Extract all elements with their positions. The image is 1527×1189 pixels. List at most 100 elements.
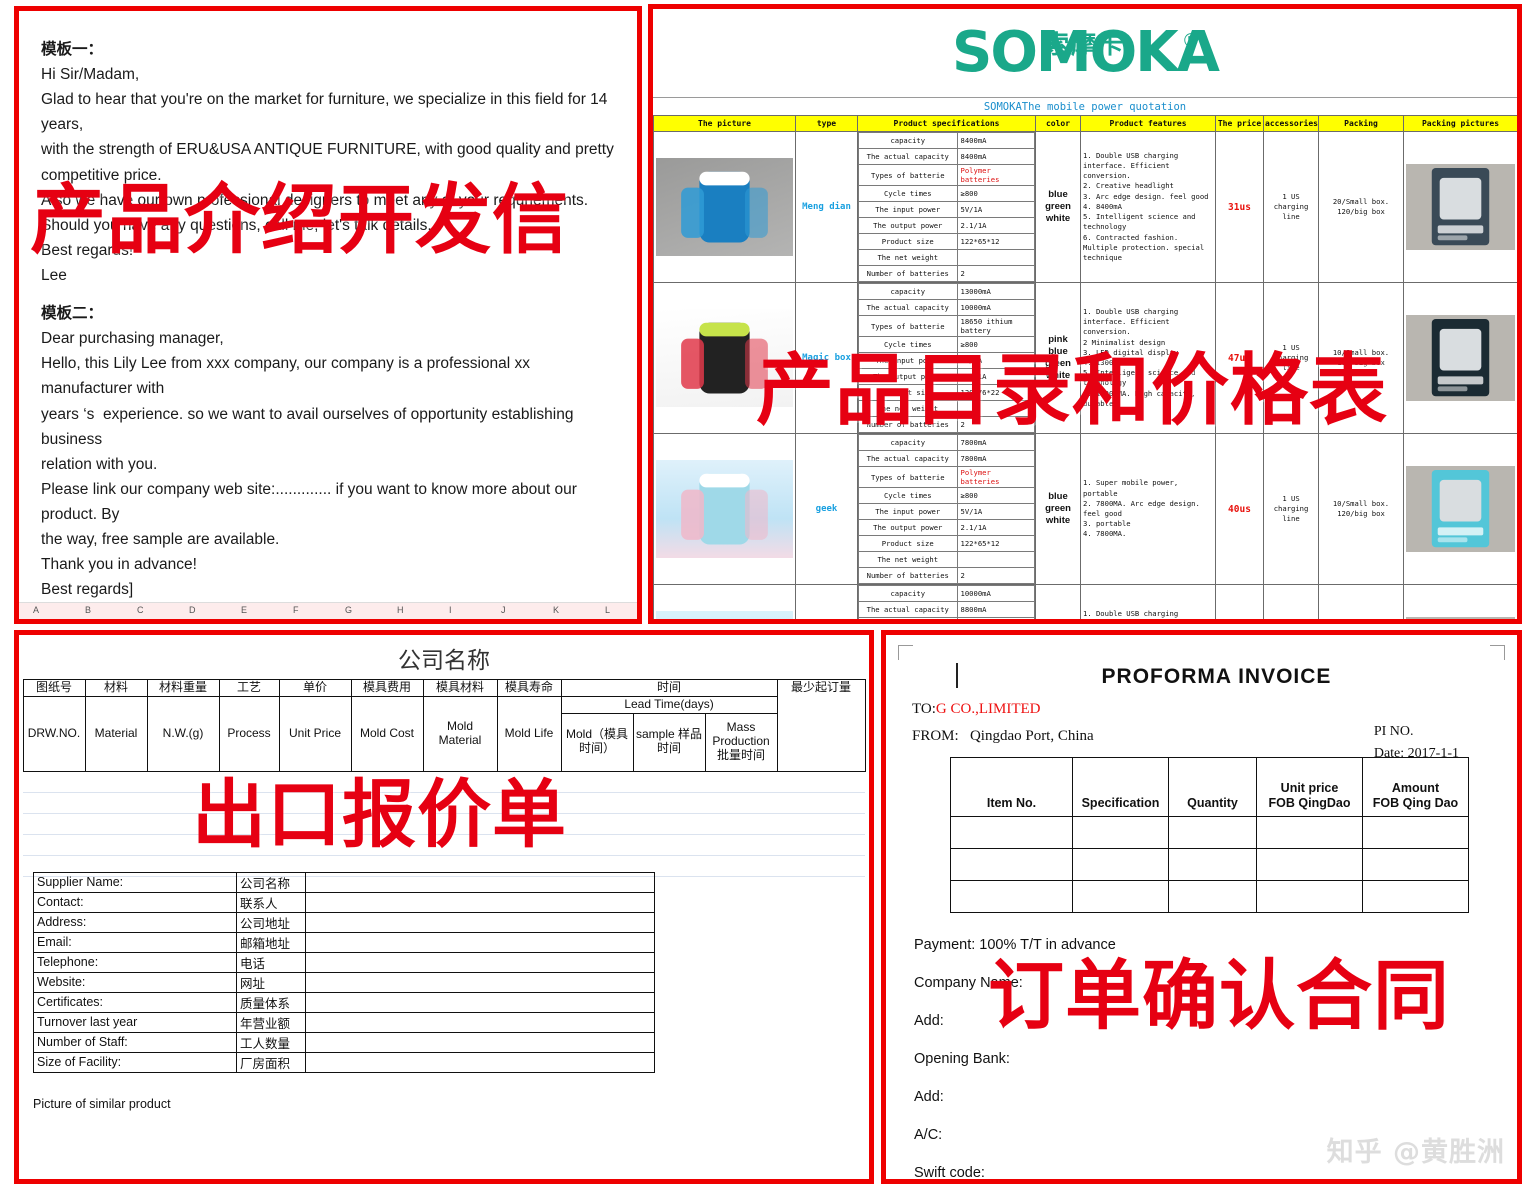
product-accessories: 1 US charging line (1263, 433, 1319, 585)
th-picture: The picture (653, 115, 796, 132)
invoice-date: Date: 2017-1-1 (1373, 745, 1459, 761)
quotation-blank-grid (23, 772, 865, 877)
invoice-cell[interactable] (950, 880, 1073, 913)
spec-value: 8400mA (956, 132, 1036, 149)
t2-line-0: Dear purchasing manager, (41, 330, 224, 348)
invoice-cell[interactable] (1362, 816, 1469, 849)
supplier-field-label-cn: 网址 (236, 971, 306, 993)
hdr-en-mold-time: Mold（模具时间） (560, 712, 634, 772)
spec-key: The output power (858, 519, 958, 536)
invoice-cell[interactable] (1072, 848, 1169, 881)
column-letter: J (501, 605, 506, 615)
spec-value: 120*76*22 (956, 384, 1036, 401)
t1-line-3: competitive price. (41, 166, 162, 184)
spec-key: Cycle times (858, 336, 958, 353)
invoice-item-row[interactable] (950, 880, 1469, 913)
invoice-cell[interactable] (1256, 848, 1363, 881)
invoice-item-row[interactable] (950, 848, 1469, 881)
panel-proforma-invoice: PROFORMA INVOICE TO:G CO.,LIMITED FROM: … (881, 630, 1522, 1184)
supplier-field-label-cn: 公司名称 (236, 871, 306, 893)
invoice-cell[interactable] (1072, 880, 1169, 913)
spec-key: The actual capacity (858, 450, 958, 467)
column-letter: G (345, 605, 353, 615)
page-corner-mark-tl (898, 645, 913, 660)
invoice-cell[interactable] (950, 848, 1073, 881)
supplier-field-label-cn: 工人数量 (236, 1031, 306, 1053)
invoice-cell[interactable] (1168, 816, 1257, 849)
hdr-cn-7: 模具寿命 (496, 679, 562, 697)
template2-label: 模板二： (41, 305, 104, 323)
invoice-header-row: Item No. Specification Quantity Unit price F… (950, 757, 1469, 817)
invoice-col-header: Item No. (950, 757, 1073, 817)
product-accessories: 1 US charging line (1263, 282, 1319, 434)
supplier-field-value[interactable] (305, 1011, 655, 1033)
t1-line-0: Hi Sir/Madam, (41, 66, 140, 84)
supplier-info-row: Turnover last year 年营业额 (33, 1011, 655, 1033)
supplier-field-value[interactable] (305, 1051, 655, 1073)
invoice-cell[interactable] (1362, 848, 1469, 881)
quotation-leadtime-row: DRW.NO. Material N.W.(g) Process Unit Pr… (22, 695, 865, 772)
invoice-cell[interactable] (1256, 816, 1363, 849)
hdr-en-2: N.W.(g) (146, 695, 220, 772)
spec-row: The output power 2.1/1A (858, 519, 1036, 536)
supplier-field-value[interactable] (305, 931, 655, 953)
term-opening-bank: Opening Bank: (914, 1050, 1010, 1067)
supplier-info-row: Number of Staff: 工人数量 (33, 1031, 655, 1053)
hdr-cn-4: 单价 (278, 679, 352, 697)
product-specifications-cell: capacity 10000mA The actual capacity 880… (857, 584, 1036, 619)
title-bar-decoration (956, 663, 958, 688)
spec-row: The actual capacity 7800mA (858, 450, 1036, 467)
product-features: 1. Double USB charging interface. Effici… (1080, 584, 1216, 619)
product-type: geek (795, 433, 858, 585)
hdr-en-1: Material (84, 695, 148, 772)
from-label: FROM: (912, 728, 959, 744)
spec-key: Product size (858, 384, 958, 401)
t2-line-6: Thank you in advance! (41, 556, 197, 574)
supplier-info-row: Address: 公司地址 (33, 911, 655, 933)
invoice-cell[interactable] (950, 816, 1073, 849)
letter-body: 模板一： Hi Sir/Madam, Glad to hear that you… (19, 11, 637, 619)
spec-value: ≥800 (956, 185, 1036, 202)
invoice-cell[interactable] (1256, 880, 1363, 913)
hdr-cn-2: 材料重量 (146, 679, 220, 697)
hdr-en-7: Mold Life (496, 695, 562, 772)
product-type: Meng dian (795, 131, 858, 283)
somoka-logo: SOMOKA 索摩卡 ® (653, 9, 1517, 97)
spec-row: Number of batteries 2 (858, 416, 1036, 433)
supplier-field-value[interactable] (305, 871, 655, 893)
invoice-cell[interactable] (1168, 880, 1257, 913)
supplier-field-value[interactable] (305, 1031, 655, 1053)
catalog-header-row: The picture type Product specifications … (653, 115, 1517, 132)
spec-table: capacity 13000mA The actual capacity 100… (858, 283, 1036, 433)
supplier-field-value[interactable] (305, 891, 655, 913)
packing-photo (1403, 433, 1517, 585)
invoice-cell[interactable] (1168, 848, 1257, 881)
term-company-name: Company Name: (914, 974, 1023, 991)
column-letter: I (449, 605, 452, 615)
supplier-field-label-cn: 邮箱地址 (236, 931, 306, 953)
invoice-cell[interactable] (1072, 816, 1169, 849)
supplier-field-value[interactable] (305, 971, 655, 993)
supplier-field-value[interactable] (305, 911, 655, 933)
supplier-info-row: Email: 邮箱地址 (33, 931, 655, 953)
supplier-field-value[interactable] (305, 951, 655, 973)
spec-value: 10000mA (956, 585, 1036, 602)
spec-key: capacity (858, 283, 958, 300)
invoice-item-row[interactable] (950, 816, 1469, 849)
spec-row: Types of batterie 18650 ithium battery (858, 315, 1036, 337)
t1-line-6: Best regards! (41, 241, 134, 259)
supplier-field-label-en: Contact: (33, 891, 237, 913)
column-letter: H (397, 605, 404, 615)
spec-key: The input power (858, 503, 958, 520)
supplier-field-value[interactable] (305, 991, 655, 1013)
t1-line-2: with the strength of ERU&USA ANTIQUE FUR… (41, 141, 614, 159)
hdr-cn-0: 图纸号 (22, 679, 86, 697)
spec-value: 7800mA (956, 434, 1036, 451)
spec-key: Number of batteries (858, 265, 958, 282)
column-letter: D (189, 605, 196, 615)
spec-row: capacity 8400mA (858, 132, 1036, 149)
product-photo (653, 282, 796, 434)
zhihu-watermark: 知乎 @黄胜洲 (1326, 1137, 1505, 1168)
spec-value: Polymer batteries (956, 164, 1036, 186)
invoice-cell[interactable] (1362, 880, 1469, 913)
